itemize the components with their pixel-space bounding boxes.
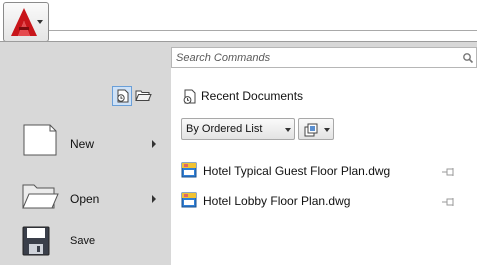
submenu-arrow-icon (152, 195, 156, 203)
recent-documents-icon (117, 89, 129, 103)
dwg-file-icon (181, 192, 197, 211)
list-item[interactable]: Hotel Lobby Floor Plan.dwg (181, 191, 471, 211)
pin-icon[interactable] (442, 196, 456, 210)
search-commands-field[interactable] (171, 47, 477, 68)
search-icon[interactable] (462, 51, 474, 69)
document-name: Hotel Lobby Floor Plan.dwg (203, 194, 351, 208)
save-label: Save (70, 235, 96, 247)
chevron-down-icon (324, 128, 330, 132)
new-command[interactable]: New (20, 123, 160, 161)
recent-documents-icon (181, 88, 197, 109)
chevron-down-icon (37, 20, 43, 24)
icon-view-icon (304, 123, 318, 137)
document-name: Hotel Typical Guest Floor Plan.dwg (203, 164, 391, 178)
recent-documents-toggle[interactable] (112, 86, 132, 106)
sort-order-label: By Ordered List (186, 123, 263, 135)
open-folder-icon (135, 90, 152, 101)
new-label: New (70, 137, 95, 151)
application-menu-button[interactable] (3, 2, 49, 42)
recent-documents-title: Recent Documents (201, 89, 304, 103)
display-style-dropdown[interactable] (298, 118, 334, 140)
search-input[interactable] (172, 48, 456, 68)
save-command[interactable]: Save (20, 226, 160, 264)
title-bar-divider (49, 30, 477, 31)
autocad-logo-icon (10, 7, 38, 42)
submenu-arrow-icon (152, 140, 156, 148)
blank-document-icon (23, 124, 57, 156)
open-label: Open (70, 192, 100, 206)
sort-order-dropdown[interactable]: By Ordered List (181, 118, 295, 140)
open-folder-icon (22, 184, 59, 209)
list-item[interactable]: Hotel Typical Guest Floor Plan.dwg (181, 161, 471, 181)
open-documents-toggle[interactable] (134, 86, 154, 106)
pin-icon[interactable] (442, 166, 456, 180)
dwg-file-icon (181, 162, 197, 181)
chevron-down-icon (285, 128, 291, 132)
open-command[interactable]: Open (20, 178, 160, 216)
floppy-disk-icon (22, 226, 50, 256)
